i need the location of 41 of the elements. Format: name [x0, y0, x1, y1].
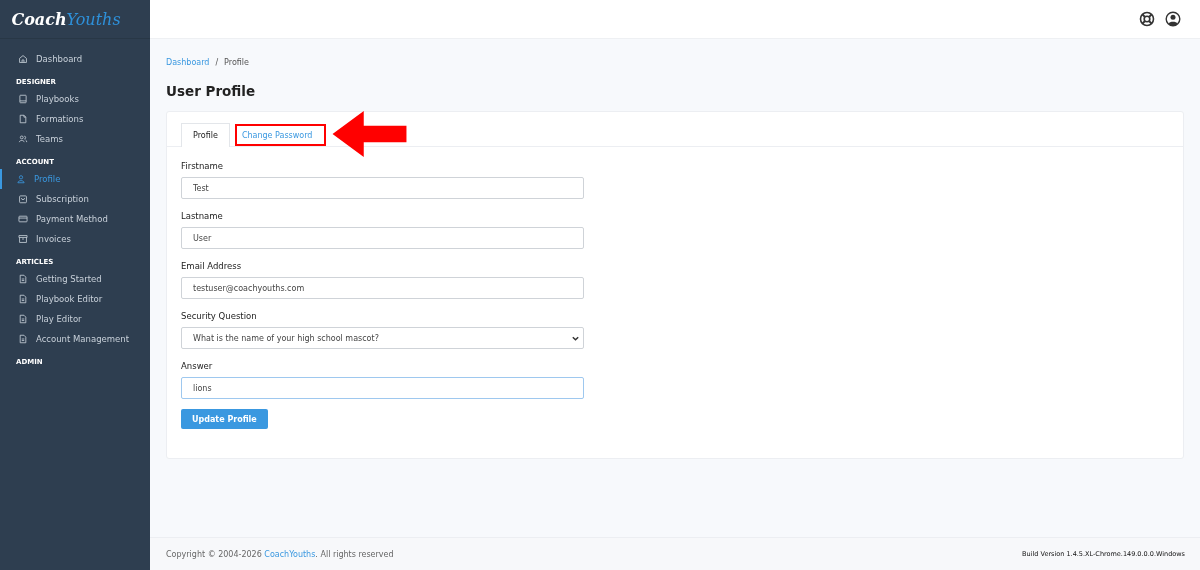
document-icon: [18, 314, 28, 324]
sidebar-item[interactable]: Play Editor: [0, 309, 150, 329]
field-label: Lastname: [181, 211, 224, 221]
file-icon: [18, 114, 28, 124]
copyright-text: Copyright © 2004-2026 CoachYouths. All rights reserved: [166, 549, 394, 559]
sidebar-item[interactable]: Formations: [0, 109, 150, 129]
input-field[interactable]: lions: [181, 377, 584, 399]
document-icon: [18, 294, 28, 304]
sidebar-item[interactable]: Invoices: [0, 229, 150, 249]
sidebar-item[interactable]: Getting Started: [0, 269, 150, 289]
sidebar-item[interactable]: Payment Method: [0, 209, 150, 229]
sidebar-item[interactable]: Account Management: [0, 329, 150, 349]
input-field[interactable]: User: [181, 227, 584, 249]
sidebar-item[interactable]: Dashboard: [0, 49, 150, 69]
sidebar-item[interactable]: Teams: [0, 129, 150, 149]
page-title: User Profile: [166, 83, 257, 99]
credit-card-icon: [18, 214, 28, 224]
field-label: Firstname: [181, 161, 224, 171]
help-icon[interactable]: [1139, 11, 1155, 27]
field-label: Answer: [181, 361, 214, 371]
book-icon: [18, 94, 28, 104]
user-icon: [16, 174, 26, 184]
archive-icon: [18, 234, 28, 244]
input-field[interactable]: Test: [181, 177, 584, 199]
breadcrumb-current: Profile: [224, 57, 249, 67]
document-icon: [18, 274, 28, 284]
bag-icon: [18, 194, 28, 204]
field-label: Security Question: [181, 311, 258, 321]
arrow-icon: [331, 111, 407, 157]
sidebar-item[interactable]: Playbook Editor: [0, 289, 150, 309]
tab[interactable]: Profile: [181, 123, 230, 147]
users-icon: [18, 134, 28, 144]
security-question-select[interactable]: What is the name of your high school mascot?: [181, 327, 584, 349]
user-avatar-icon[interactable]: [1165, 11, 1181, 27]
sidebar-item[interactable]: Playbooks: [0, 89, 150, 109]
breadcrumb-separator: /: [215, 57, 219, 67]
field-label: Email Address: [181, 261, 243, 271]
document-icon: [18, 334, 28, 344]
input-field[interactable]: testuser@coachyouths.com: [181, 277, 584, 299]
home-icon: [18, 54, 28, 64]
sidebar-item[interactable]: Subscription: [0, 189, 150, 209]
